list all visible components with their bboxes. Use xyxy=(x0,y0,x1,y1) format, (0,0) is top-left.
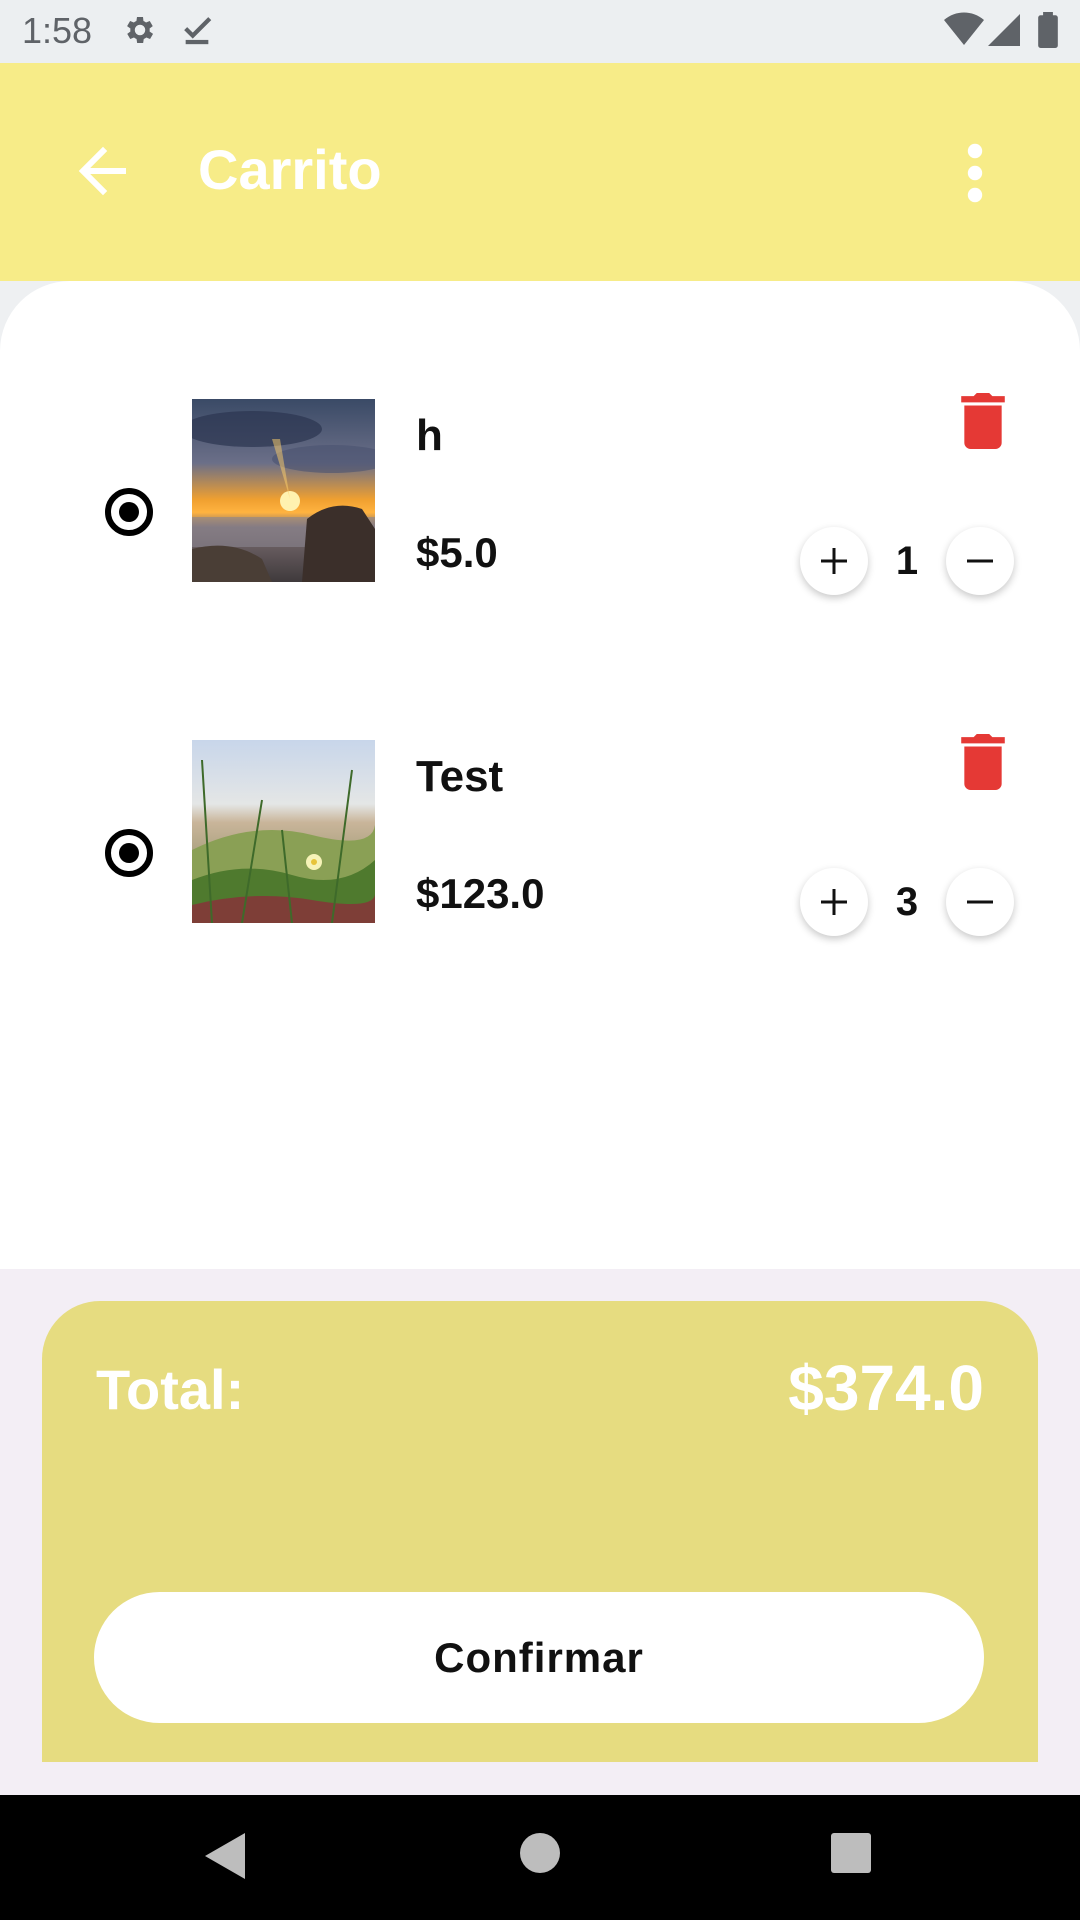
total-label: Total: xyxy=(96,1358,245,1421)
delete-icon[interactable] xyxy=(960,393,1006,449)
decrease-quantity-button[interactable] xyxy=(946,868,1014,936)
quantity-value: 3 xyxy=(895,880,919,924)
battery-icon xyxy=(1038,12,1058,48)
product-price: $123.0 xyxy=(416,870,545,917)
minus-icon xyxy=(967,900,993,904)
confirm-button[interactable]: Confirmar xyxy=(94,1592,984,1723)
item-select-radio[interactable] xyxy=(105,488,153,536)
total-value: $374.0 xyxy=(788,1352,984,1424)
increase-quantity-button[interactable] xyxy=(800,868,868,936)
app-bar: Carrito xyxy=(0,63,1080,281)
total-card: Total: $374.0 Confirmar xyxy=(42,1301,1038,1762)
wifi-icon xyxy=(944,12,984,45)
page-title: Carrito xyxy=(198,138,382,201)
cart-item: Test $123.0 3 xyxy=(0,732,1080,952)
signal-icon xyxy=(988,14,1020,46)
delete-icon[interactable] xyxy=(960,734,1006,790)
item-select-radio[interactable] xyxy=(105,829,153,877)
status-time: 1:58 xyxy=(22,10,93,51)
cart-list: h $5.0 1 Test $123.0 3 xyxy=(0,281,1080,1269)
status-bar: 1:58 xyxy=(0,0,1080,63)
recents-square-icon[interactable] xyxy=(831,1833,871,1873)
product-name: h xyxy=(416,411,443,460)
plus-icon xyxy=(821,889,847,915)
more-vert-icon[interactable] xyxy=(960,143,990,203)
back-triangle-icon[interactable] xyxy=(205,1833,245,1879)
increase-quantity-button[interactable] xyxy=(800,527,868,595)
system-nav-bar xyxy=(0,1795,1080,1920)
cart-item: h $5.0 1 xyxy=(0,391,1080,611)
download-done-icon xyxy=(184,17,212,45)
product-image xyxy=(192,399,375,582)
decrease-quantity-button[interactable] xyxy=(946,527,1014,595)
gear-icon xyxy=(127,16,154,44)
arrow-back-icon[interactable] xyxy=(68,141,138,201)
quantity-value: 1 xyxy=(895,539,919,583)
home-circle-icon[interactable] xyxy=(520,1833,560,1873)
product-name: Test xyxy=(416,752,504,801)
plus-icon xyxy=(821,548,847,574)
minus-icon xyxy=(967,559,993,563)
product-price: $5.0 xyxy=(416,529,498,576)
product-image xyxy=(192,740,375,923)
